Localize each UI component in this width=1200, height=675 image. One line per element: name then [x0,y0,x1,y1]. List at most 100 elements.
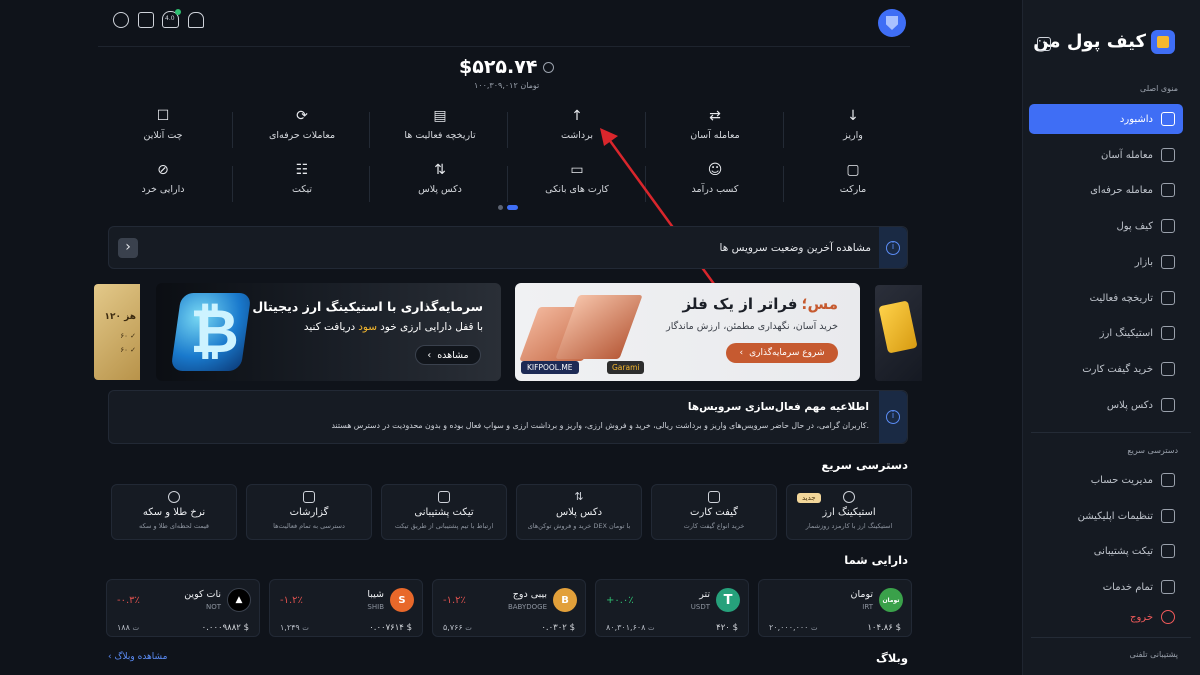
sidebar-item-dex-plus[interactable]: دکس پلاس [1029,391,1183,419]
balance-usd: $۵۲۵.۷۴ [459,56,538,78]
babydoge-logo-icon: B [553,588,577,612]
asset-card-not[interactable]: ▲ نات کوین NOT -۰.۳٪ ۰.۰۰۰۹۸۸۲ $ ۱۸۸ ت [106,579,260,637]
dashboard-icon [1161,112,1175,126]
asset-card-babydoge[interactable]: B بیبی دوج BABYDOGE -۱.۲٪ ۰.۰۳۰۲ $ ۵,۷۶۶… [432,579,586,637]
banner-gold-partial[interactable]: ۱۲۰ هز ۶۰ ✓ ۶۰ ✓ [94,284,140,380]
asset-card-usdt[interactable]: T تتر USDT +۰.۰٪ ۴۲۰ $ ۸۰,۳۰۱,۶۰۸ ت [595,579,749,637]
arrow-down-icon: ↓ [847,108,859,124]
quick-card-gold-rate[interactable]: نرخ طلا و سکه قیمت لحظه‌ای طلا و سکه [111,484,237,540]
action-history[interactable]: ▤ تاریخچه فعالیت ها [380,108,500,152]
staking-icon [1161,326,1175,340]
sidebar-item-staking[interactable]: استیکینگ ارز [1029,319,1183,347]
action-ticket[interactable]: ☷ تیکت [242,162,362,206]
sidebar-item-easy-trade[interactable]: معامله آسان [1029,141,1183,169]
tether-logo-icon: T [716,588,740,612]
sidebar-item-app-settings[interactable]: تنظیمات اپلیکیشن [1029,502,1183,530]
notcoin-logo-icon: ▲ [227,588,251,612]
action-online-chat[interactable]: ☐ چت آنلاین [103,108,223,152]
divider [232,112,233,148]
sidebar-item-market[interactable]: بازار [1029,248,1183,276]
hide-balance-icon[interactable] [543,62,554,73]
action-micro-assets[interactable]: ⊘ دارایی خرد [103,162,223,206]
asset-balance: ۱۰۴.۸۶ $ [867,623,901,633]
asset-change: -۰.۳٪ [117,595,140,606]
quick-card-dex-plus[interactable]: ⇅ دکس پلاس خرید و فروش توکن‌های DEX با ت… [516,484,642,540]
quick-card-support-ticket[interactable]: تیکت پشتیبانی ارتباط با تیم پشتیبانی از … [381,484,507,540]
staking-view-button[interactable]: مشاهده ‹ [415,345,481,365]
divider [507,166,508,202]
sidebar-item-dashboard[interactable]: داشبورد [1029,104,1183,134]
edit-icon[interactable] [138,12,154,28]
action-pro-trade[interactable]: ⟳ معاملات حرفه‌ای [242,108,362,152]
chevron-left-icon: ‹ [739,348,744,358]
chat-icon: ☐ [156,108,170,124]
dex-icon [1161,398,1175,412]
sidebar-item-all-services[interactable]: تمام خدمات [1029,573,1183,601]
assets-heading: دارایی شما [844,553,908,567]
quick-access-title: دسترسی سریع [1127,446,1178,455]
pager-dot-active[interactable] [507,205,518,210]
copper-banner-subtitle: خرید آسان، نگهداری مطمئن، ارزش ماندگار [666,321,838,332]
report-icon [303,491,315,503]
info-icon: i [886,410,900,424]
chart-icon: ▢ [846,162,860,178]
service-status-notice[interactable]: i مشاهده آخرین وضعیت سرویس ها › [108,226,908,269]
asset-value: ۵,۷۶۶ ت [443,623,472,632]
banner-gift-partial[interactable] [875,285,922,381]
user-icon[interactable] [113,12,129,28]
action-dex-plus[interactable]: ⇅ دکس پلاس [380,162,500,206]
sidebar-item-history[interactable]: تاریخچه فعالیت [1029,284,1183,312]
banner-copper[interactable]: KIFPOOL.ME Garami مس؛ فراتر از یک فلز خر… [515,283,860,381]
headset-icon[interactable]: 4.0 [162,9,181,28]
asset-card-irt[interactable]: تومان تومان IRT ۱۰۴.۸۶ $ ۲۰,۰۰۰,۰۰۰ ت [758,579,912,637]
grid-icon [1161,580,1175,594]
quick-card-staking[interactable]: جدید استیکینگ ارز استیکینگ ارز با کارمزد… [786,484,912,540]
sort-arrows-icon: ⇅ [434,162,446,178]
asset-balance: ۴۲۰ $ [716,623,738,633]
sidebar-item-logout[interactable]: خروج [1029,603,1183,631]
avatar[interactable] [878,9,906,37]
quick-card-gift-card[interactable]: گیفت کارت خرید انواع گیفت کارت [651,484,777,540]
sidebar-item-pro-trade[interactable]: معامله حرفه‌ای [1029,176,1183,204]
toman-logo-icon: تومان [879,588,903,612]
divider [369,112,370,148]
asset-card-shib[interactable]: S شیبا SHIB -۱.۲٪ ۰.۰۰۷۶۱۴ $ ۱,۲۴۹ ت [269,579,423,637]
asset-balance: ۰.۰۰۷۶۱۴ $ [369,623,412,633]
asset-balance: ۰.۰۰۰۹۸۸۲ $ [201,623,249,633]
collapse-sidebar-icon[interactable]: ‹ [1037,37,1051,51]
sidebar-item-wallet[interactable]: کیف پول [1029,212,1183,240]
ticket-icon [1161,544,1175,558]
swap-icon: ⇄ [709,108,721,124]
action-deposit[interactable]: ↓ واریز [793,108,913,152]
action-market[interactable]: ▢ مارکت [793,162,913,206]
sidebar-divider-2 [1031,637,1191,638]
divider [507,112,508,148]
asset-balance: ۰.۰۳۰۲ $ [541,623,575,633]
pager-dot[interactable] [498,205,503,210]
quick-access-heading: دسترسی سریع [821,458,908,472]
staking-icon [843,491,855,503]
view-blog-link[interactable]: ‹ مشاهده وبلاگ [108,652,167,662]
no-dust-icon: ⊘ [157,162,169,178]
alert-body: کاربران گرامی، در حال حاضر سرویس‌های وار… [331,421,869,430]
copper-invest-button[interactable]: شروع سرمایه‌گذاری ‹ [726,343,838,363]
sidebar-item-account[interactable]: مدیریت حساب [1029,466,1183,494]
sidebar-item-support-ticket[interactable]: تیکت پشتیبانی [1029,537,1183,565]
shiba-logo-icon: S [390,588,414,612]
copper-bars-image [519,293,653,363]
chevron-right-icon[interactable]: › [118,238,138,258]
brand-logo-icon [1151,30,1175,54]
staking-banner-title: سرمایه‌گذاری با استیکینگ ارز دیجیتال [252,299,483,314]
asset-change: -۱.۲٪ [443,595,466,606]
divider [783,112,784,148]
sidebar-item-gift-card[interactable]: خرید گیفت کارت [1029,355,1183,383]
quick-card-reports[interactable]: گزارشات دسترسی به تمام فعالیت‌ها [246,484,372,540]
user-icon [1161,473,1175,487]
bell-icon[interactable] [188,12,204,28]
top-divider [98,46,910,47]
banner-staking[interactable]: ₿ سرمایه‌گذاری با استیکینگ ارز دیجیتال ب… [156,283,501,381]
card-icon: ▭ [570,162,584,178]
market-icon [1161,255,1175,269]
asset-value: ۱۸۸ ت [117,623,140,632]
info-badge: i [879,391,907,443]
